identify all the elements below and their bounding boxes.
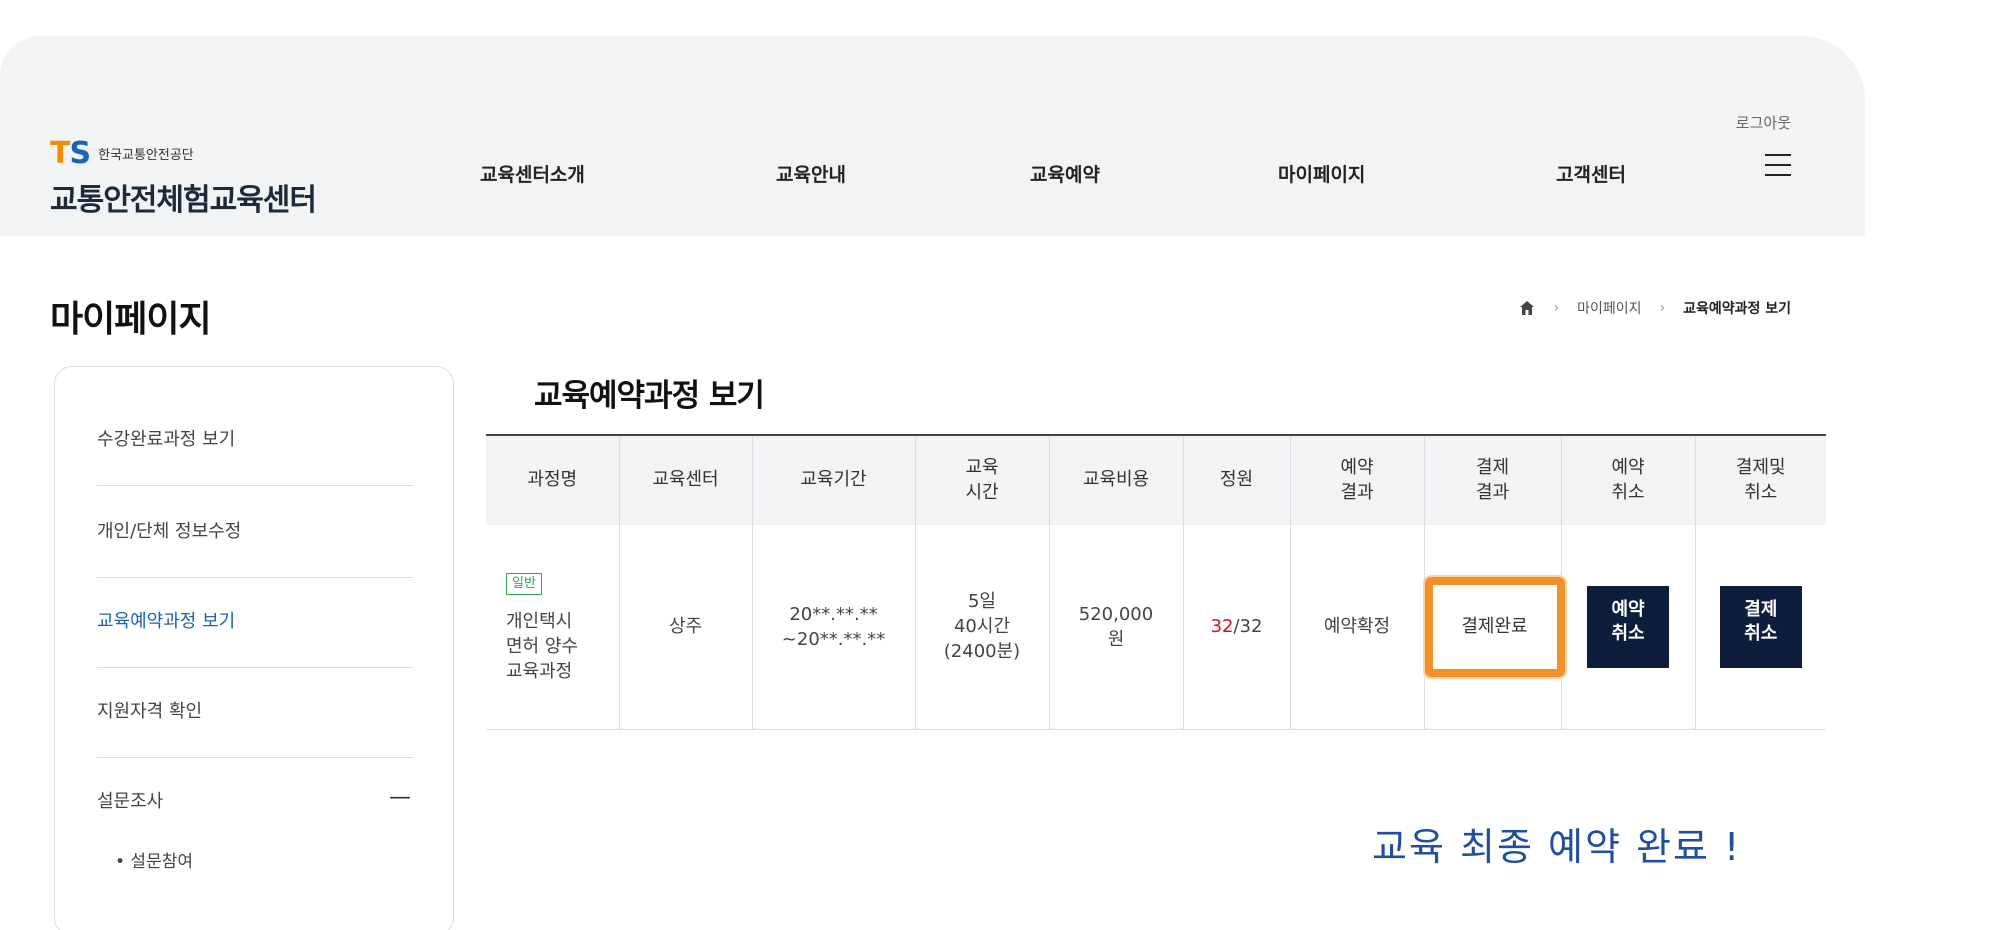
logo-org-name: 한국교통안전공단 <box>98 148 194 163</box>
sidebar-item-eligibility[interactable]: 지원자격 확인 <box>97 697 413 723</box>
sidebar-item-survey[interactable]: 설문조사 <box>97 787 413 813</box>
cell-period: 20**.**.** ~20**.**.** <box>752 525 916 730</box>
logo-top: TS 한국교통안전공단 <box>50 136 316 171</box>
page-title: 마이페이지 <box>50 299 212 340</box>
col-header-hours: 교육 시간 <box>915 434 1050 525</box>
sidebar-subitem-survey-participate[interactable]: • 설문참여 <box>115 847 193 872</box>
cell-capacity: 32/32 <box>1183 525 1291 730</box>
sidebar-item-completed-courses[interactable]: 수강완료과정 보기 <box>97 425 413 451</box>
section-title: 교육예약과정 보기 <box>534 378 765 414</box>
breadcrumb-separator: › <box>1553 300 1560 316</box>
col-header-capacity: 정원 <box>1183 434 1291 525</box>
sidebar-divider <box>97 667 413 668</box>
breadcrumb-mypage[interactable]: 마이페이지 <box>1577 298 1641 318</box>
site-header: TS 한국교통안전공단 교통안전체험교육센터 로그아웃 교육센터소개 교육안내 … <box>0 36 1865 236</box>
ts-logo-mark: TS <box>50 136 91 171</box>
cell-cost: 520,000 원 <box>1049 525 1184 730</box>
nav-item-reservation[interactable]: 교육예약 <box>1030 160 1100 187</box>
nav-item-education-guide[interactable]: 교육안내 <box>776 160 846 187</box>
sidebar-divider <box>97 485 413 486</box>
breadcrumb-current: 교육예약과정 보기 <box>1683 301 1791 317</box>
nav-item-mypage[interactable]: 마이페이지 <box>1278 160 1365 187</box>
cell-payment-cancel: 결제 취소 <box>1695 525 1826 730</box>
sidebar-divider <box>97 757 413 758</box>
logout-link[interactable]: 로그아웃 <box>1736 112 1791 133</box>
col-header-cancel-reservation: 예약 취소 <box>1561 434 1696 525</box>
course-type-badge: 일반 <box>506 572 542 595</box>
course-name-line: 개인택시 <box>506 610 573 632</box>
main-content: 마이페이지 › 마이페이지 › 교육예약과정 보기 수강완료과정 보기 개인/단… <box>0 236 1865 930</box>
cancel-payment-button[interactable]: 결제 취소 <box>1719 585 1802 668</box>
cell-payment-result: 결제완료 <box>1424 525 1565 730</box>
sidebar: 수강완료과정 보기 개인/단체 정보수정 교육예약과정 보기 지원자격 확인 설… <box>54 366 454 930</box>
hamburger-menu-icon[interactable] <box>1765 154 1791 176</box>
capacity-total: /32 <box>1233 616 1263 638</box>
cell-cancel-reservation: 예약 취소 <box>1561 525 1696 730</box>
sidebar-item-reservation-view[interactable]: 교육예약과정 보기 <box>97 607 413 633</box>
course-name-line: 교육과정 <box>506 661 573 683</box>
col-header-payment-result: 결제 결과 <box>1424 434 1562 525</box>
payment-complete-highlight: 결제완료 <box>1424 576 1565 677</box>
nav-item-customer-center[interactable]: 고객센터 <box>1556 160 1626 187</box>
breadcrumb-separator: › <box>1659 300 1666 316</box>
col-header-course: 과정명 <box>486 434 620 525</box>
logo-title: 교통안전체험교육센터 <box>50 183 317 218</box>
col-header-reservation-result: 예약 결과 <box>1290 434 1425 525</box>
col-header-period: 교육기간 <box>752 434 916 525</box>
browser-frame: TS 한국교통안전공단 교통안전체험교육센터 로그아웃 교육센터소개 교육안내 … <box>0 36 1865 930</box>
col-header-cost: 교육비용 <box>1049 434 1184 525</box>
nav-item-center-intro[interactable]: 교육센터소개 <box>480 160 585 187</box>
logo-t: T <box>50 136 70 171</box>
site-logo[interactable]: TS 한국교통안전공단 교통안전체험교육센터 <box>50 136 317 219</box>
page: TS 한국교통안전공단 교통안전체험교육센터 로그아웃 교육센터소개 교육안내 … <box>0 36 1865 930</box>
cell-reservation-result: 예약확정 <box>1290 525 1425 730</box>
table-row: 일반 개인택시 면허 양수 교육과정 상주 20**.**.** ~20**.**… <box>486 525 1826 730</box>
capacity-current: 32 <box>1210 616 1234 638</box>
sidebar-item-edit-info[interactable]: 개인/단체 정보수정 <box>97 517 413 543</box>
cell-hours: 5일 40시간 (2400분) <box>915 525 1050 730</box>
sidebar-divider <box>97 577 413 578</box>
home-icon[interactable] <box>1519 300 1535 316</box>
col-header-payment-cancel: 결제및 취소 <box>1695 434 1826 525</box>
reservation-table: 과정명 교육센터 교육기간 교육 시간 교육비용 정원 예약 결과 결제 결과 예약 취… <box>486 434 1826 730</box>
completion-annotation: 교육 최종 예약 완료 ! <box>1372 825 1742 869</box>
table-header-row: 과정명 교육센터 교육기간 교육 시간 교육비용 정원 예약 결과 결제 결과 예약 취… <box>486 434 1826 525</box>
course-name-line: 면허 양수 <box>506 636 578 658</box>
cancel-reservation-button[interactable]: 예약 취소 <box>1587 585 1669 668</box>
cell-center: 상주 <box>619 525 753 730</box>
logo-s: S <box>69 136 91 171</box>
col-header-center: 교육센터 <box>619 434 753 525</box>
breadcrumb: › 마이페이지 › 교육예약과정 보기 <box>1519 298 1791 318</box>
cell-course: 일반 개인택시 면허 양수 교육과정 <box>486 525 620 730</box>
collapse-icon[interactable]: — <box>389 785 411 810</box>
